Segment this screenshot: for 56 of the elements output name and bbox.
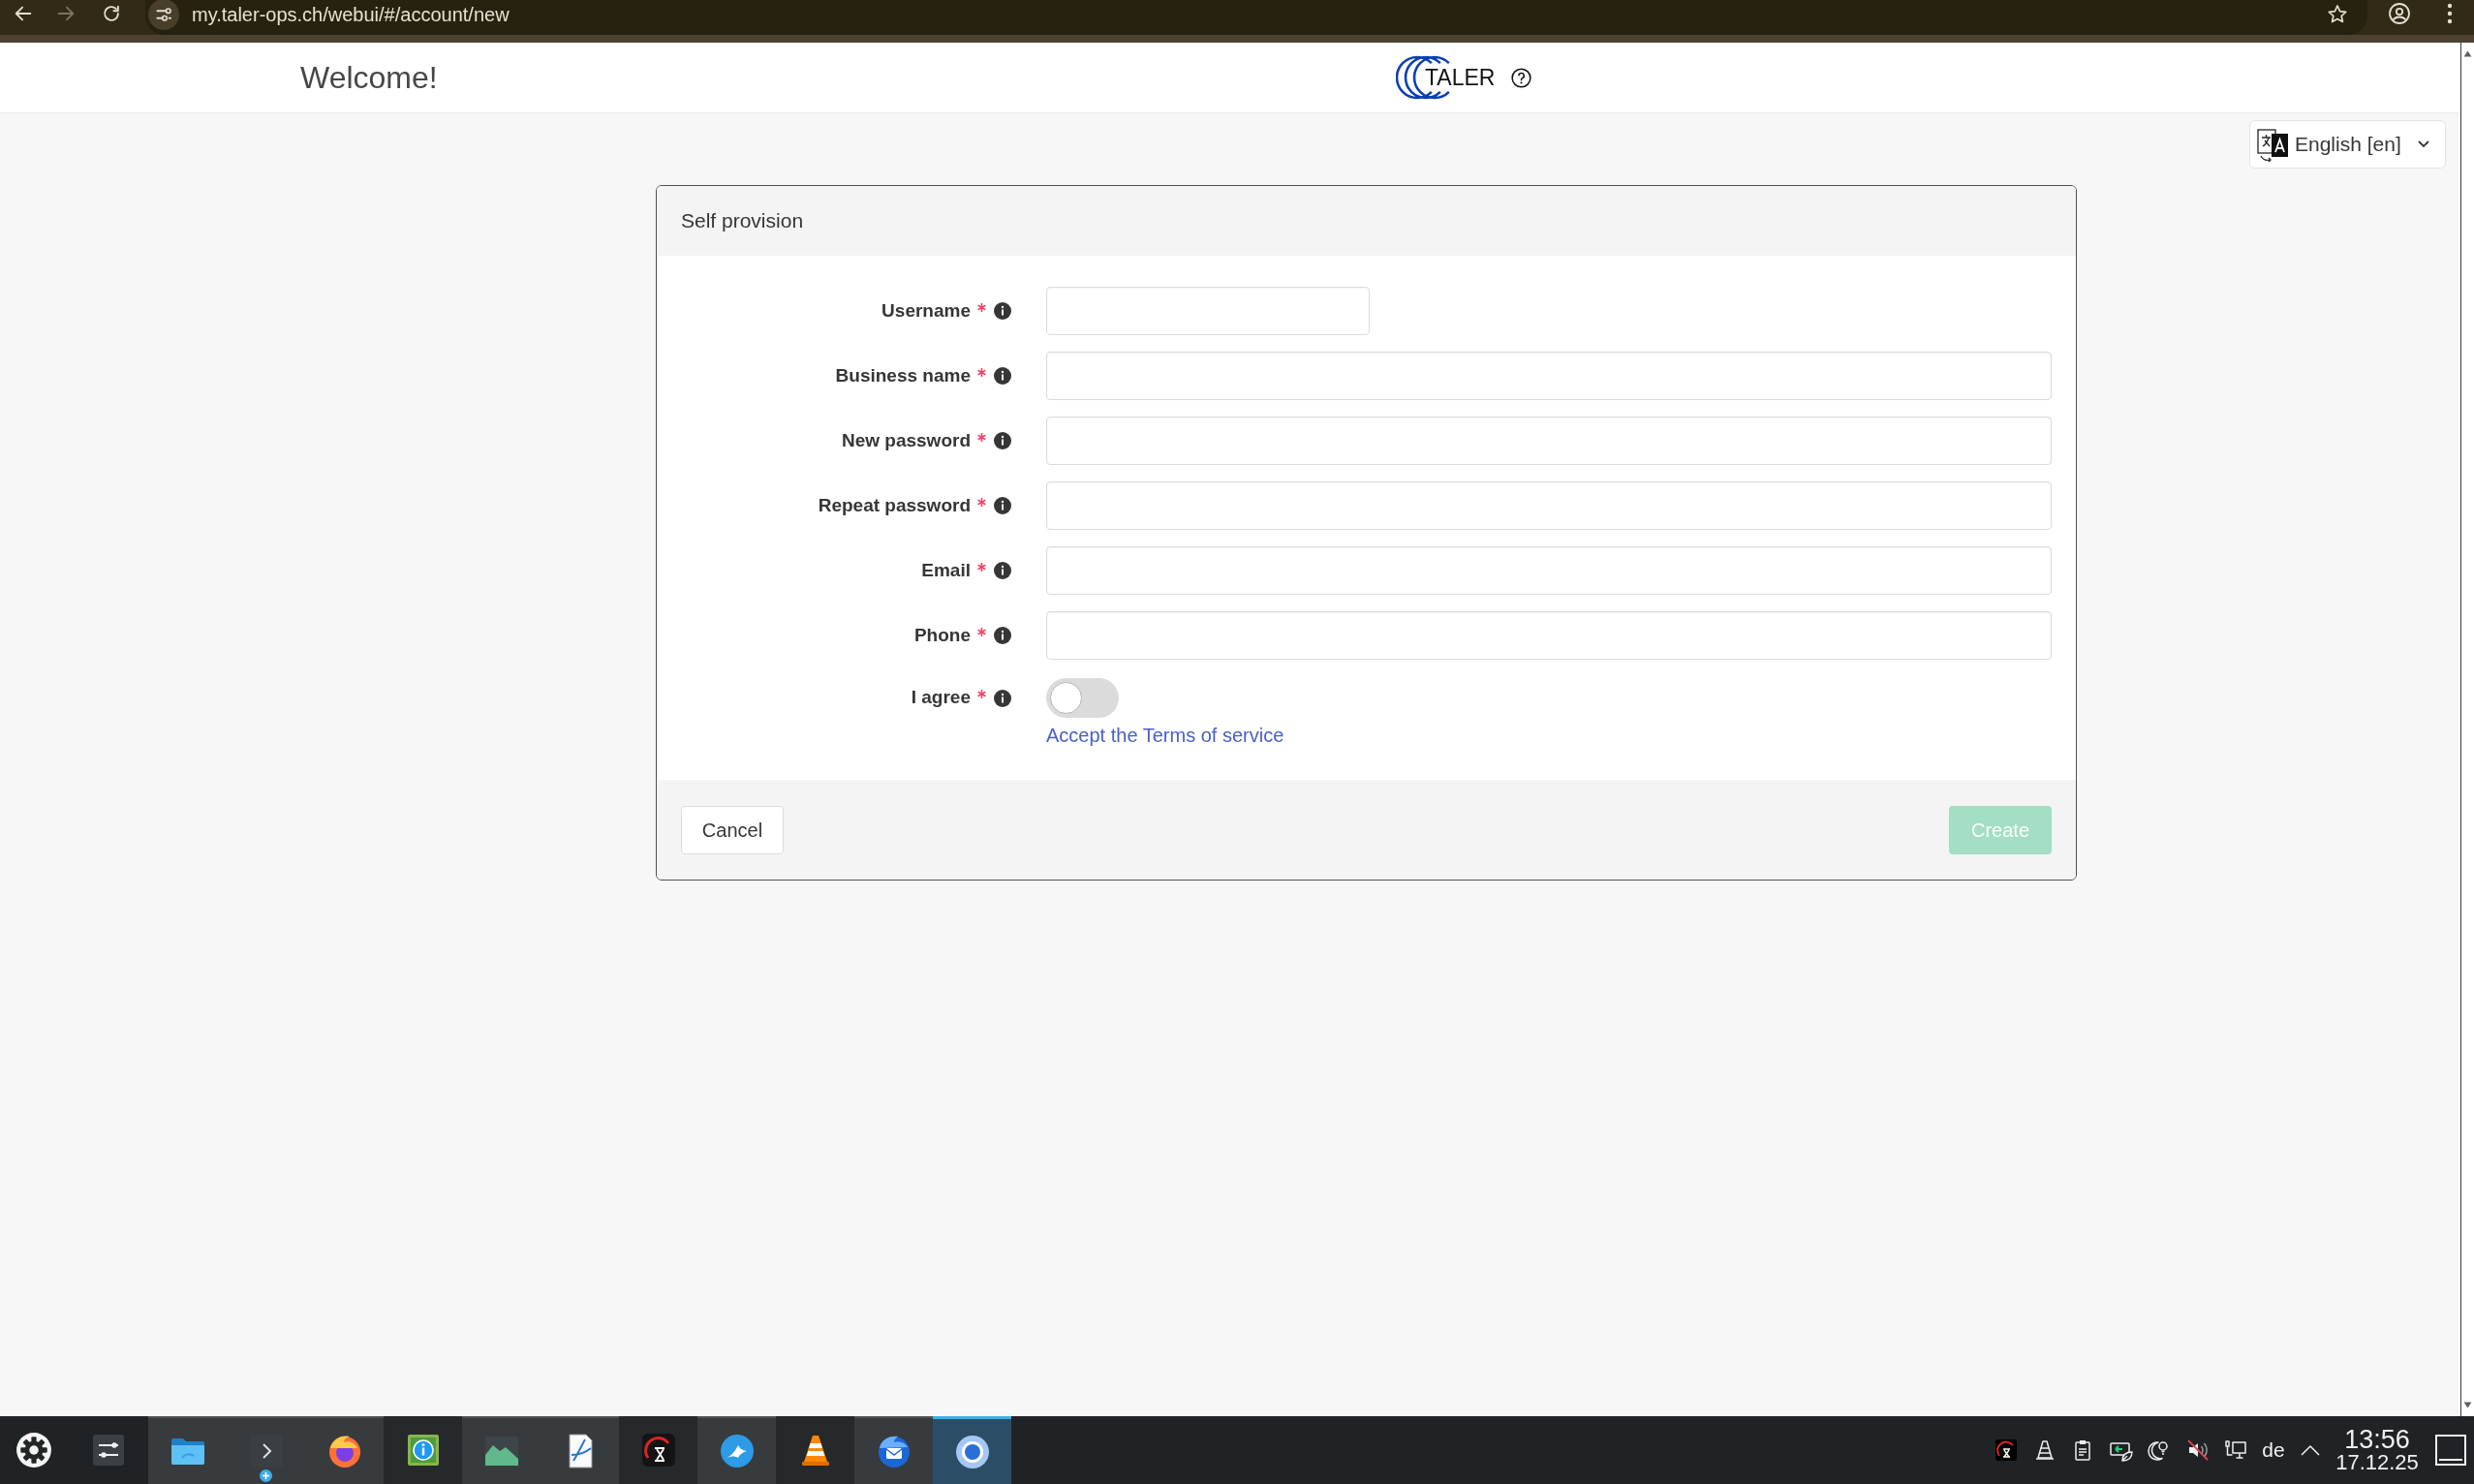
field-label: Repeat password	[818, 493, 971, 517]
input-field[interactable]	[1046, 417, 2052, 465]
info-icon[interactable]	[994, 627, 1011, 644]
field-label: Business name	[835, 363, 971, 387]
info-icon[interactable]	[994, 367, 1011, 385]
info-icon[interactable]	[994, 562, 1011, 579]
taskbar-button[interactable]	[384, 1416, 462, 1484]
card-title: Self provision	[681, 208, 804, 234]
toggle-switch[interactable]	[1046, 678, 1119, 718]
gear-icon[interactable]	[15, 1432, 52, 1469]
input-field[interactable]	[1046, 352, 2052, 400]
field-label: Email	[921, 558, 971, 582]
field-label: Username	[881, 298, 971, 323]
profile-icon[interactable]	[2388, 2, 2411, 25]
field-label: I agree	[911, 686, 971, 710]
terms-link[interactable]: Accept the Terms of service	[1046, 721, 1284, 750]
scroll-up-icon[interactable]	[2463, 50, 2472, 57]
show-desktop-icon[interactable]	[2435, 1435, 2466, 1466]
info-icon[interactable]	[994, 302, 1011, 320]
field-label: New password	[841, 428, 971, 452]
info-icon[interactable]	[994, 689, 1011, 707]
page-title: Welcome!	[300, 60, 438, 95]
reload-icon[interactable]	[101, 3, 122, 24]
taskbar-button[interactable]	[854, 1416, 933, 1484]
speaker-muted-icon[interactable]	[2185, 1438, 2210, 1462]
monitor-cable-icon[interactable]	[2224, 1438, 2248, 1462]
logo-text: TALER	[1425, 63, 1496, 92]
clock-time[interactable]: 13:56	[2344, 1427, 2410, 1452]
scroll-down-icon[interactable]	[2463, 1402, 2472, 1408]
input-field[interactable]	[1046, 287, 1370, 335]
info-icon[interactable]	[994, 497, 1011, 514]
taskbar-button[interactable]	[305, 1416, 384, 1484]
cancel-button[interactable]: Cancel	[681, 805, 784, 854]
scrollbar[interactable]	[2460, 43, 2474, 1416]
chevron-down-icon	[2417, 140, 2429, 148]
plus-badge-icon	[260, 1469, 272, 1482]
clock-date[interactable]: 17.12.25	[2335, 1452, 2419, 1473]
field-label: Phone	[913, 623, 971, 647]
caret-up-icon[interactable]	[2301, 1444, 2320, 1456]
input-field[interactable]	[1046, 546, 2052, 595]
help-icon[interactable]	[1511, 67, 1532, 88]
taskbar-button[interactable]	[541, 1416, 619, 1484]
translate-icon	[2257, 126, 2289, 163]
input-field[interactable]	[1046, 611, 2052, 660]
taskbar-button[interactable]	[933, 1416, 1011, 1484]
url-text: my.taler-ops.ch/webui/#/account/new	[192, 3, 510, 27]
input-field[interactable]	[1046, 481, 2052, 530]
info-icon[interactable]	[994, 432, 1011, 449]
sliders-icon[interactable]	[90, 1433, 126, 1468]
address-bar[interactable]: my.taler-ops.ch/webui/#/account/new	[145, 0, 2367, 35]
gauge-icon[interactable]	[1995, 1438, 2019, 1462]
tune-icon[interactable]	[148, 0, 179, 30]
menu-icon[interactable]	[2447, 3, 2453, 24]
keyboard-layout[interactable]: de	[2262, 1435, 2285, 1466]
taskbar-button[interactable]	[776, 1416, 854, 1484]
language-select[interactable]: English [en]	[2249, 120, 2446, 169]
